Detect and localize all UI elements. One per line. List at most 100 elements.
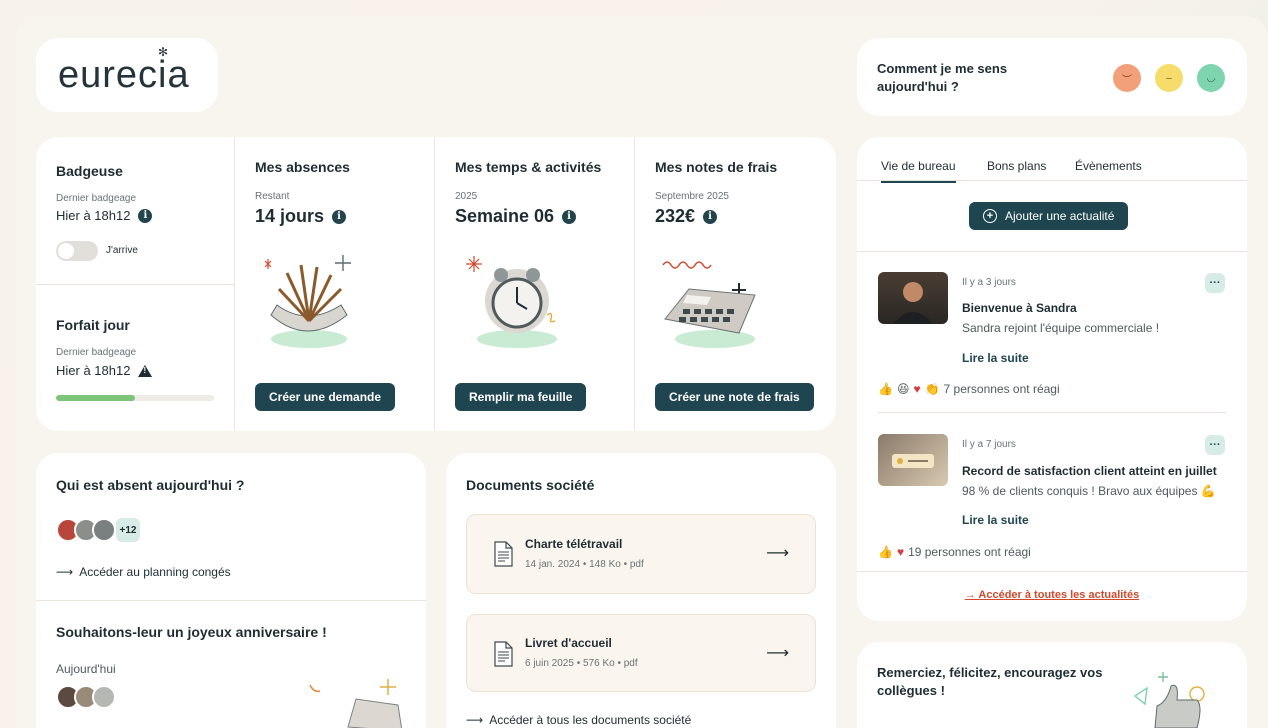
thumbs-up-icon: 👍 — [878, 545, 893, 559]
avatar[interactable] — [92, 685, 116, 709]
document-title: Charte télétravail — [525, 537, 623, 551]
planning-link[interactable]: ⟶ Accéder au planning congés — [56, 565, 231, 579]
logo-card: eurecia ✻ — [36, 38, 218, 112]
divider — [857, 251, 1247, 252]
news-reactions[interactable]: 👍 ♥ 19 personnes ont réagi — [878, 545, 1031, 559]
news-title[interactable]: Bienvenue à Sandra — [962, 301, 1077, 315]
news-thumbnail[interactable] — [878, 272, 948, 324]
absences-title: Mes absences — [255, 159, 350, 175]
plus-circle-icon: + — [983, 209, 997, 223]
divider — [36, 284, 235, 285]
arrow-right-icon: ⟶ — [766, 545, 789, 562]
logo-star-icon: ✻ — [158, 45, 170, 59]
badgeuse-last-text: Hier à 18h12 — [56, 208, 131, 223]
more-absent-badge[interactable]: +12 — [114, 516, 142, 544]
more-options-icon[interactable]: ··· — [1205, 273, 1225, 293]
temps-title: Mes temps & activités — [455, 159, 602, 175]
absent-title: Qui est absent aujourd'hui ? — [56, 477, 245, 493]
frais-value: 232€ i — [655, 206, 718, 227]
news-time: Il y a 3 jours — [962, 277, 1016, 288]
forfait-progress-track — [56, 395, 214, 401]
news-reactions[interactable]: 👍 😆 ♥ 👏 7 personnes ont réagi — [878, 382, 1060, 396]
absences-column: Mes absences Restant 14 jours i Créer un… — [235, 137, 435, 431]
kudos-title[interactable]: Remerciez, félicitez, encouragez vos col… — [877, 664, 1107, 700]
temps-value-text: Semaine 06 — [455, 206, 555, 226]
temps-value: Semaine 06 i — [455, 206, 577, 227]
tab-evenements[interactable]: Évènements — [1075, 159, 1142, 173]
badgeuse-last-value: Hier à 18h12 i — [56, 208, 153, 223]
document-item[interactable]: Livret d'accueil 6 juin 2025 • 576 Ko • … — [466, 614, 816, 692]
logo-text: eurecia — [58, 54, 190, 96]
birthday-day: Aujourd'hui — [56, 662, 116, 676]
document-item[interactable]: Charte télétravail 14 jan. 2024 • 148 Ko… — [466, 514, 816, 594]
celebration-image — [892, 454, 934, 468]
arrival-toggle-label: J'arrive — [106, 245, 138, 256]
forfait-title: Forfait jour — [56, 317, 130, 333]
arrival-toggle[interactable] — [56, 241, 98, 261]
more-options-icon[interactable]: ··· — [1205, 435, 1225, 455]
document-meta: 6 juin 2025 • 576 Ko • pdf — [525, 658, 638, 669]
create-expense-button[interactable]: Créer une note de frais — [655, 383, 814, 411]
news-title[interactable]: Record de satisfaction client atteint en… — [962, 464, 1217, 478]
kudos-card: Remerciez, félicitez, encouragez vos col… — [857, 642, 1247, 728]
tab-bons-plans[interactable]: Bons plans — [987, 159, 1046, 173]
warning-icon[interactable] — [138, 364, 153, 377]
alarm-clock-illustration-icon — [466, 256, 557, 348]
plant-illustration-icon — [264, 255, 351, 348]
info-icon[interactable]: i — [562, 209, 577, 224]
read-more-link[interactable]: Lire la suite — [962, 513, 1029, 527]
calculator-illustration-icon — [662, 261, 756, 348]
all-documents-link-text: Accéder à tous les documents société — [489, 713, 692, 727]
documents-title: Documents société — [466, 477, 595, 493]
temps-sub: 2025 — [455, 191, 478, 202]
news-text: 98 % de clients conquis ! Bravo aux équi… — [962, 484, 1216, 498]
add-news-button[interactable]: + Ajouter une actualité — [969, 202, 1129, 230]
badgeuse-column: Badgeuse Dernier badgeage Hier à 18h12 i… — [36, 137, 235, 431]
info-icon[interactable]: i — [703, 209, 718, 224]
forfait-last-text: Hier à 18h12 — [56, 363, 131, 378]
news-thumbnail[interactable] — [878, 434, 948, 486]
absent-avatars: +12 — [56, 516, 142, 544]
add-news-label: Ajouter une actualité — [1005, 209, 1115, 223]
all-documents-link[interactable]: ⟶ Accéder à tous les documents société — [466, 713, 691, 727]
fill-timesheet-button[interactable]: Remplir ma feuille — [455, 383, 587, 411]
frais-title: Mes notes de frais — [655, 159, 778, 175]
arrow-right-icon: ⟶ — [766, 645, 789, 662]
birthday-title: Souhaitons-leur un joyeux anniversaire ! — [56, 624, 327, 640]
eurecia-logo: eurecia ✻ — [58, 45, 190, 97]
arrow-right-icon: ⟶ — [466, 713, 484, 727]
frais-column: Mes notes de frais Septembre 2025 232€ i… — [635, 137, 836, 431]
avatar[interactable] — [92, 518, 116, 542]
temps-column: Mes temps & activités 2025 Semaine 06 i … — [435, 137, 635, 431]
mood-title: Comment je me sens aujourd'hui ? — [877, 61, 1008, 94]
reactions-count: 19 personnes ont réagi — [908, 545, 1031, 559]
heart-icon: ♥ — [913, 382, 921, 396]
info-icon[interactable]: i — [332, 209, 347, 224]
neutral-face-icon[interactable]: ‒ — [1155, 64, 1183, 92]
frais-value-text: 232€ — [655, 206, 696, 226]
read-more-link[interactable]: Lire la suite — [962, 351, 1029, 365]
absent-birthday-card: Qui est absent aujourd'hui ? +12 ⟶ Accéd… — [36, 453, 426, 728]
forfait-progress-fill — [56, 395, 135, 401]
news-card: Vie de bureau Bons plans Évènements + Aj… — [857, 137, 1247, 621]
badgeuse-last-label: Dernier badgeage — [56, 193, 137, 204]
create-absence-button[interactable]: Créer une demande — [255, 383, 396, 411]
divider — [878, 412, 1226, 413]
planning-link-text: Accéder au planning congés — [79, 565, 231, 579]
tabs-divider — [857, 180, 1247, 181]
portrait-image — [893, 282, 933, 324]
document-title: Livret d'accueil — [525, 636, 612, 650]
laugh-icon: 😆 — [896, 382, 910, 396]
info-icon[interactable]: i — [138, 208, 153, 223]
mood-card: Comment je me sens aujourd'hui ? ︶ ‒ ◡ — [857, 38, 1247, 116]
happy-face-icon[interactable]: ◡ — [1197, 64, 1225, 92]
divider — [36, 600, 426, 601]
frais-sub: Septembre 2025 — [655, 191, 729, 202]
sad-face-icon[interactable]: ︶ — [1113, 64, 1141, 92]
thumbs-up-illustration-icon — [1133, 672, 1205, 728]
forfait-last-value: Hier à 18h12 — [56, 363, 153, 378]
widgets-card: Badgeuse Dernier badgeage Hier à 18h12 i… — [36, 137, 836, 431]
documents-card: Documents société Charte télétravail 14 … — [446, 453, 836, 728]
all-news-link[interactable]: → Accéder à toutes les actualités — [857, 589, 1247, 601]
reactions-count: 7 personnes ont réagi — [943, 382, 1060, 396]
